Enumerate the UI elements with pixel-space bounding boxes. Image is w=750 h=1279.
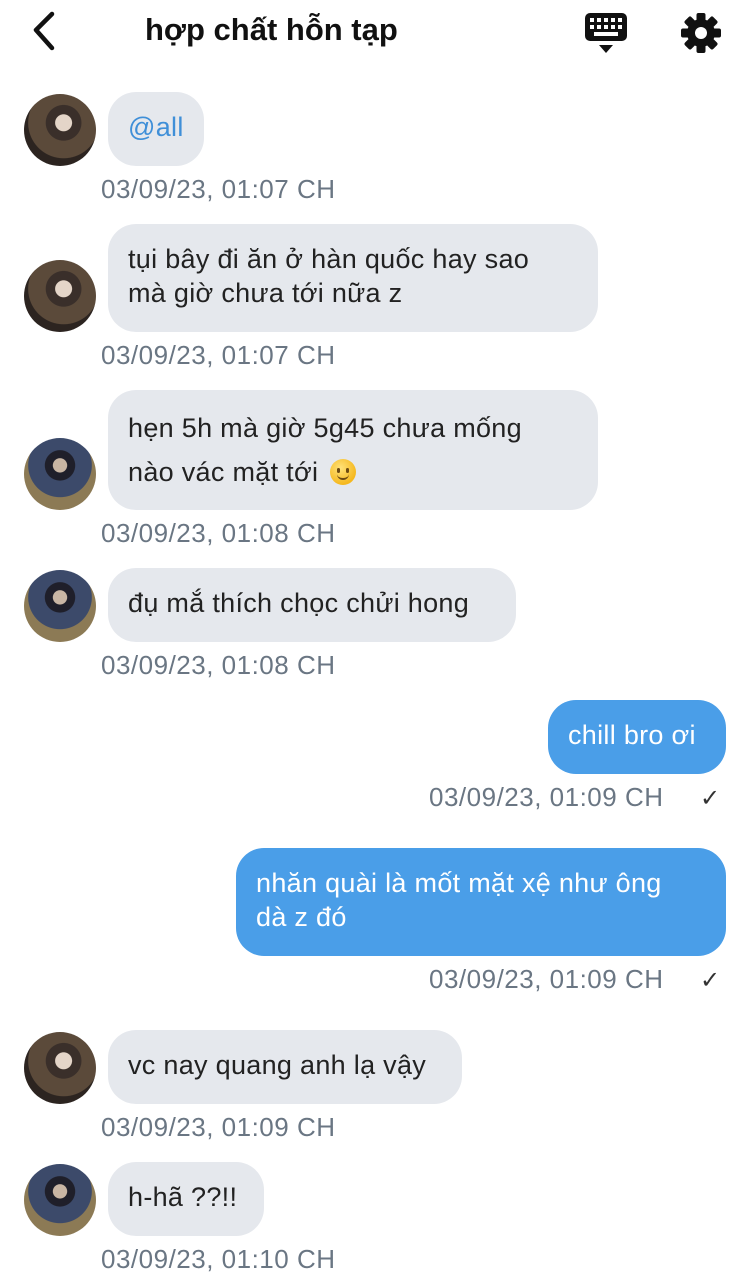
message-text-line: hẹn 5h mà giờ 5g45 chưa mống — [128, 413, 522, 443]
keyboard-button[interactable] — [582, 10, 630, 56]
keyboard-icon — [585, 13, 627, 53]
chat-header: hợp chất hỗn tạp — [0, 0, 750, 70]
message-bubble[interactable]: @all — [108, 92, 204, 166]
message-timestamp: 03/09/23, 01:08 CH — [101, 650, 336, 680]
avatar[interactable] — [24, 1032, 96, 1104]
message-text: đụ mắ thích chọc chửi hong — [128, 588, 470, 618]
message-bubble[interactable]: đụ mắ thích chọc chửi hong — [108, 568, 516, 642]
mention-link[interactable]: @all — [128, 112, 184, 142]
chat-title: hợp chất hỗn tạp — [145, 12, 398, 47]
message-timestamp: 03/09/23, 01:07 CH — [101, 174, 336, 204]
slightly-smiling-face-emoji — [330, 459, 357, 485]
message-bubble[interactable]: h-hã ??!! — [108, 1162, 264, 1236]
back-button[interactable] — [24, 10, 68, 54]
chevron-left-icon — [33, 11, 55, 51]
message-text-line: nhăn quài là mốt mặt xệ như ông — [256, 868, 662, 898]
message-timestamp: 03/09/23, 01:07 CH — [101, 340, 336, 370]
avatar[interactable] — [24, 570, 96, 642]
message-timestamp: 03/09/23, 01:09 CH — [429, 782, 664, 812]
message-text-line: dà z đó — [256, 902, 347, 932]
message-text: chill bro ơi — [568, 720, 696, 750]
message-timestamp: 03/09/23, 01:09 CH — [101, 1112, 336, 1142]
message-text: h-hã ??!! — [128, 1182, 238, 1212]
message-timestamp: 03/09/23, 01:08 CH — [101, 518, 336, 548]
avatar[interactable] — [24, 94, 96, 166]
sent-check-icon: ✓ — [700, 785, 721, 812]
message-timestamp: 03/09/23, 01:09 CH — [429, 964, 664, 994]
message-text-line: nào vác mặt tới — [128, 450, 578, 494]
gear-icon — [681, 13, 721, 53]
avatar[interactable] — [24, 260, 96, 332]
sent-check-icon: ✓ — [700, 967, 721, 994]
avatar[interactable] — [24, 438, 96, 510]
message-timestamp: 03/09/23, 01:10 CH — [101, 1244, 336, 1274]
message-text: vc nay quang anh lạ vậy — [128, 1050, 427, 1080]
settings-button[interactable] — [678, 10, 724, 56]
message-bubble[interactable]: tụi bây đi ăn ở hàn quốc hay sao mà giờ … — [108, 224, 598, 332]
message-text-line: tụi bây đi ăn ở hàn quốc hay sao — [128, 244, 530, 274]
message-bubble[interactable]: vc nay quang anh lạ vậy — [108, 1030, 462, 1104]
message-bubble[interactable]: nhăn quài là mốt mặt xệ như ông dà z đó — [236, 848, 726, 956]
message-bubble[interactable]: chill bro ơi — [548, 700, 726, 774]
message-text-line: mà giờ chưa tới nữa z — [128, 278, 403, 308]
message-bubble[interactable]: hẹn 5h mà giờ 5g45 chưa mống nào vác mặt… — [108, 390, 598, 510]
avatar[interactable] — [24, 1164, 96, 1236]
